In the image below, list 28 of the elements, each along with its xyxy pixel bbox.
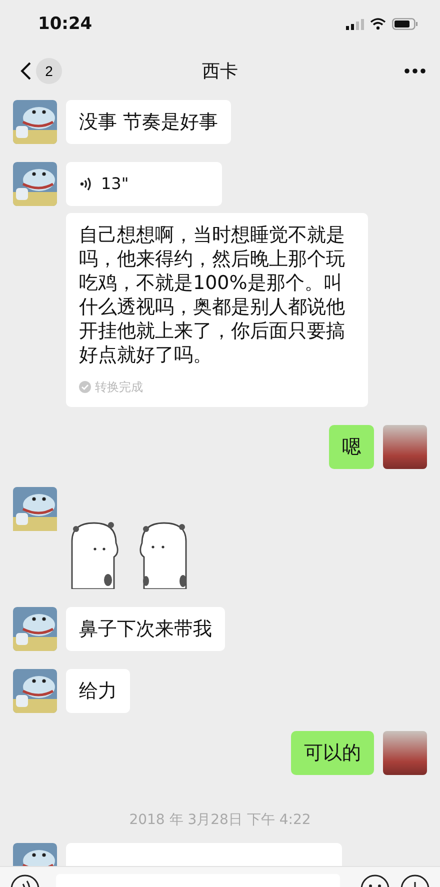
voice-message[interactable]: 13" [66, 162, 222, 206]
voice-icon [79, 176, 93, 192]
message-bubble: 没事 节奏是好事 [66, 100, 232, 144]
timestamp: 2018 年 3月28日 下午 4:22 [129, 811, 311, 829]
unread-badge: 2 [36, 58, 62, 84]
check-circle-icon [79, 381, 91, 393]
battery-icon [392, 18, 418, 30]
back-chevron-icon [20, 61, 32, 81]
more-icon[interactable] [404, 68, 426, 74]
cartoon-avatar[interactable] [13, 100, 57, 144]
photo-placeholder[interactable] [383, 731, 427, 775]
message-bubble: 给力 [66, 669, 130, 713]
photo-placeholder[interactable] [383, 425, 427, 469]
message-bubble: 可以的 [291, 731, 374, 775]
signal-icon [346, 18, 364, 30]
wifi-icon [370, 18, 386, 30]
cartoon-avatar[interactable] [13, 669, 57, 713]
transcription-status: 转换完成 [95, 379, 143, 396]
message-bubble: 鼻子下次来带我 [66, 607, 225, 651]
back-button[interactable]: 2 [20, 58, 62, 84]
status-time: 10:24 [38, 14, 92, 34]
message-bubble: 嗯 [329, 425, 374, 469]
cartoon-avatar[interactable] [13, 162, 57, 206]
cartoon-avatar[interactable] [13, 607, 57, 651]
voice-duration: 13" [101, 173, 129, 195]
transcription-text: 自己想想啊，当时想睡觉不就是吗，他来得约，然后晚上那个玩吃鸡，不就是100%是那个。叫什么透视吗，奥都是别人都说他开挂他就上来了，你后面只要搞好点就好了吗。 [79, 223, 346, 367]
cartoon-avatar[interactable] [13, 487, 57, 531]
chat-title: 西卡 [202, 61, 238, 82]
